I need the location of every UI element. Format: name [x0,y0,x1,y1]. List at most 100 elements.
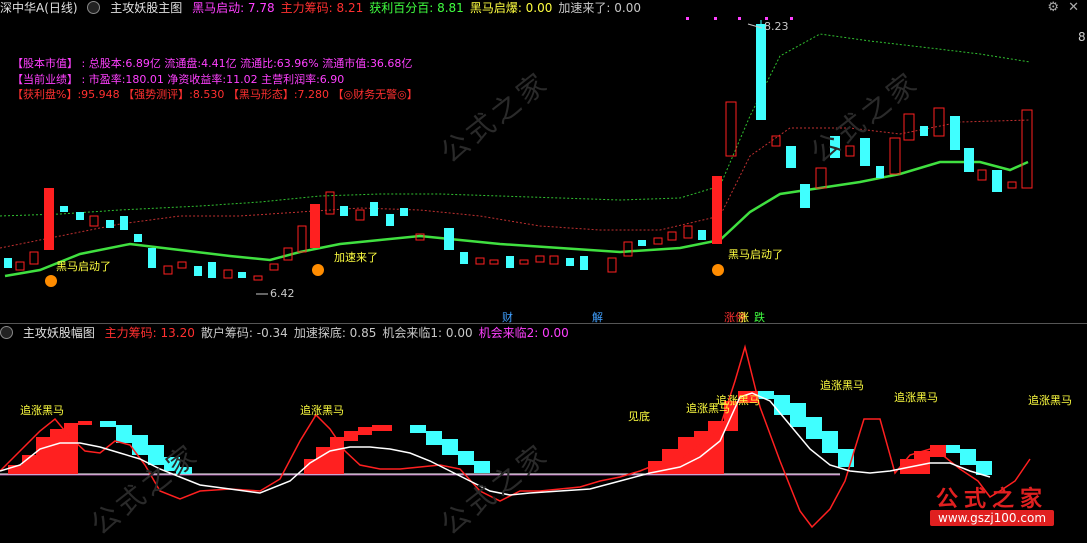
candle [549,255,559,265]
candle [535,255,545,263]
candle [800,184,810,208]
main-readout: 获利百分百: 8.81 [369,1,464,15]
candle [725,101,737,157]
candle [44,188,54,250]
indicator-circle-icon[interactable] [0,326,13,339]
candle [566,258,574,266]
main-chart[interactable] [0,16,1087,326]
signal-up-icon [45,275,57,287]
signal-label-1: 黑马启动了 [56,260,111,273]
logo-url: www.gszj100.com [930,510,1055,526]
candle [29,251,39,265]
panel-separator[interactable] [0,323,1087,324]
candle [607,257,617,273]
candle [623,241,633,257]
main-readout: 黑马启动: 7.78 [192,1,275,15]
accel-label: 加速来了 [334,251,378,264]
sub-label-6: 追涨黑马 [820,379,864,392]
candle [444,228,454,250]
candle [580,256,588,270]
sub-label-2: 追涨黑马 [300,404,344,417]
sub-readout: 机会来临1: 0.00 [382,326,473,340]
candle [756,24,766,120]
candle [460,252,468,264]
close-icon[interactable]: ✕ [1068,0,1079,15]
candle [964,148,974,172]
candle [253,275,263,281]
candle [475,257,485,265]
candle [223,269,233,279]
candle [340,206,348,216]
candle [920,126,928,136]
candle [269,263,279,271]
candle [903,113,915,141]
candle [506,256,514,268]
candle [106,220,114,228]
candle [386,214,394,226]
sub-readout: 散户筹码: -0.34 [200,326,288,340]
gear-icon[interactable]: ⚙ [1047,0,1059,15]
sub-label-8: 追涨黑马 [1028,394,1072,407]
logo-text: 公式之家 [936,486,1049,512]
candle [889,137,901,175]
candle [370,202,378,216]
candle [355,209,365,221]
signal-up-icon [312,264,324,276]
candle [519,259,529,265]
high-price-label: 8.23 [764,20,789,33]
candle [4,258,12,268]
candle [76,212,84,220]
main-readouts: 黑马启动: 7.78 主力筹码: 8.21 获利百分百: 8.81 黑马启爆: 0.0… [192,1,647,15]
indicator-circle-icon[interactable] [87,1,101,14]
candle [163,265,173,275]
candle [297,225,307,253]
signal-up-icon [712,264,724,276]
candle [950,116,960,150]
candle [15,261,25,271]
sub-readout: 机会来临2: 0.00 [478,326,569,340]
candle [698,230,706,240]
candle [667,231,677,241]
candle [177,261,187,269]
sub-label-3: 见底 [628,410,650,423]
candle [712,176,722,244]
main-readout: 黑马启爆: 0.00 [469,1,553,15]
candles [4,20,1033,281]
sub-readouts: 主力筹码: 13.20 散户筹码: -0.34 加速探底: 0.85 机会来临1: 0… [105,326,575,340]
candle [786,146,796,168]
candle [238,272,246,278]
sub-label-1: 追涨黑马 [20,404,64,417]
sub-readout: 加速探底: 0.85 [293,326,377,340]
sub-panel-header: 主攻妖股幅图 主力筹码: 13.20 散户筹码: -0.34 加速探底: 0.85 机… [0,325,581,341]
candle [489,259,499,265]
site-logo: 公式之家 www.gszj100.com [906,477,1076,533]
candle [148,248,156,268]
signal-label-2: 黑马启动了 [728,248,783,261]
sub-indicator-name[interactable]: 主攻妖股幅图 [23,326,95,340]
mid-ma-line [0,119,1031,249]
stock-title[interactable]: 深中华A(日线) [0,1,78,15]
main-panel-header: 深中华A(日线) 主攻妖股主图 黑马启动: 7.78 主力筹码: 8.21 获利百分… [0,0,653,16]
candle [815,167,827,189]
candle [194,266,202,276]
candle [60,206,68,212]
candle [992,170,1002,192]
low-price-label: 6.42 [270,287,295,300]
candle [134,234,142,242]
candle [208,262,216,278]
sub-readout: 主力筹码: 13.20 [104,326,195,340]
candle [120,216,128,230]
main-readout: 加速来了: 0.00 [558,1,641,15]
candle [683,225,693,239]
candle [638,240,646,246]
candle [89,215,99,227]
candle [310,204,320,248]
candle [977,169,987,181]
candle [400,208,408,216]
main-readout: 主力筹码: 8.21 [280,1,364,15]
candle [1007,181,1017,189]
candle [876,166,884,178]
candle [653,237,663,245]
main-indicator-name[interactable]: 主攻妖股主图 [110,1,182,15]
candle [933,107,945,137]
